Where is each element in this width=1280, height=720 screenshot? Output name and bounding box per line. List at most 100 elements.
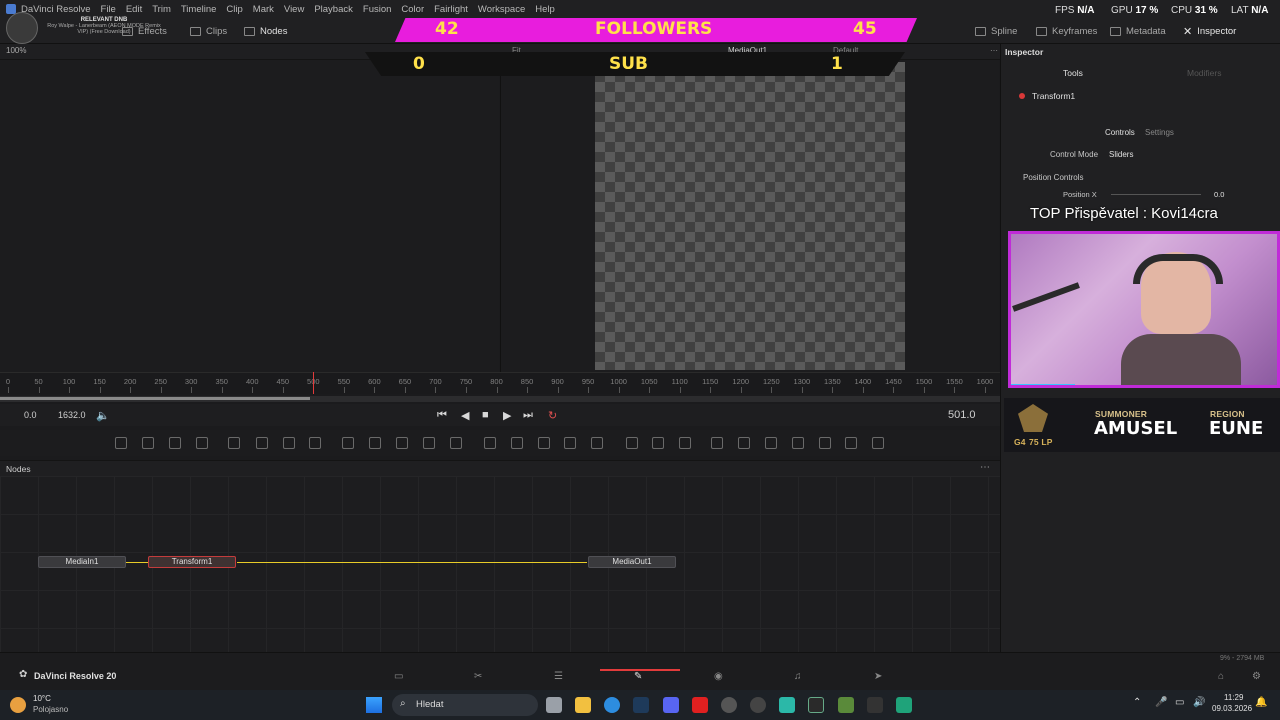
epic-games-icon[interactable] [867, 697, 883, 713]
steam-icon[interactable] [633, 697, 649, 713]
menu-view[interactable]: View [284, 4, 304, 15]
home-icon[interactable]: ⌂ [1218, 671, 1224, 682]
project-settings-icon[interactable]: ⚙ [1252, 671, 1261, 682]
paint-tool-icon[interactable] [196, 437, 208, 449]
loop-icon[interactable]: ↻ [548, 409, 557, 422]
shape3d-icon[interactable] [679, 437, 691, 449]
spline-button[interactable]: Spline [975, 18, 1017, 44]
ellipse-mask-icon[interactable] [511, 437, 523, 449]
camera3d-icon[interactable] [711, 437, 723, 449]
start-menu-icon[interactable] [366, 697, 382, 713]
task-view-icon[interactable] [546, 697, 562, 713]
weather-temp[interactable]: 10°C [33, 694, 51, 703]
tab-modifiers[interactable]: Modifiers [1187, 68, 1221, 78]
clips-button[interactable]: Clips [190, 18, 227, 44]
chatgpt-icon[interactable] [896, 697, 912, 713]
clock-date[interactable]: 09.03.2026 [1212, 704, 1252, 713]
menu-file[interactable]: File [101, 4, 116, 15]
menu-trim[interactable]: Trim [152, 4, 171, 15]
loader-tool-icon[interactable] [396, 437, 408, 449]
current-time[interactable]: 501.0 [948, 409, 976, 421]
3d-text-icon[interactable] [626, 437, 638, 449]
go-to-start-icon[interactable]: ⏮ [437, 409, 447, 422]
page-fusion-icon[interactable]: ✎ [634, 671, 642, 682]
glow-tool-icon[interactable] [283, 437, 295, 449]
riot-client-icon[interactable] [721, 697, 737, 713]
menu-app[interactable]: DaVinci Resolve [21, 4, 91, 15]
rectangle-mask-icon[interactable] [484, 437, 496, 449]
menu-timeline[interactable]: Timeline [181, 4, 217, 15]
stop-icon[interactable]: ■ [482, 409, 489, 421]
menu-edit[interactable]: Edit [126, 4, 142, 15]
notification-icon[interactable]: 🔔 [1255, 697, 1267, 708]
keyframes-button[interactable]: Keyframes [1036, 18, 1097, 44]
game-icon[interactable] [838, 697, 854, 713]
node-mediain[interactable]: MediaIn1 [38, 556, 126, 568]
node-mediaout[interactable]: MediaOut1 [588, 556, 676, 568]
inspector-button[interactable]: ✕ Inspector [1183, 18, 1236, 44]
viewer-menu-icon[interactable]: ⋯ [990, 46, 998, 55]
nodes-button[interactable]: Nodes [244, 18, 287, 44]
menu-fairlight[interactable]: Fairlight [434, 4, 468, 15]
nodes-menu-icon[interactable]: ⋯ [980, 462, 990, 473]
page-edit-icon[interactable]: ☰ [554, 671, 563, 682]
image-tool-icon[interactable] [142, 437, 154, 449]
page-cut-icon[interactable]: ✂ [474, 671, 482, 682]
color-correct-tool-icon[interactable] [309, 437, 321, 449]
play-reverse-icon[interactable]: ◀ [461, 409, 469, 422]
edge-icon[interactable] [604, 697, 620, 713]
page-color-icon[interactable]: ◉ [714, 671, 723, 682]
settings-tool-icon[interactable] [872, 437, 884, 449]
bspline-mask-icon[interactable] [564, 437, 576, 449]
fx-icon[interactable] [819, 437, 831, 449]
merge-tool-icon[interactable] [342, 437, 354, 449]
particle-tool-icon[interactable] [228, 437, 240, 449]
control-mode-select[interactable]: Sliders [1109, 150, 1133, 159]
position-controls-section[interactable]: Position Controls [1023, 173, 1083, 182]
node-transform[interactable]: Transform1 [148, 556, 236, 568]
blur-tool-icon[interactable] [256, 437, 268, 449]
menu-mark[interactable]: Mark [253, 4, 274, 15]
obs-icon[interactable] [750, 697, 766, 713]
time-ruler[interactable]: 0501001502002503003504004505005506006507… [0, 372, 1000, 394]
menu-clip[interactable]: Clip [226, 4, 242, 15]
node-editor[interactable]: MediaIn1 Transform1 MediaOut1 [0, 476, 1000, 652]
weather-icon[interactable] [10, 697, 26, 713]
tray-chevron-icon[interactable]: ⌃ [1133, 697, 1141, 708]
volume-icon[interactable]: 🔊 [1193, 697, 1205, 708]
menu-workspace[interactable]: Workspace [478, 4, 525, 15]
menu-help[interactable]: Help [535, 4, 555, 15]
text3d-icon[interactable] [765, 437, 777, 449]
background-tool-icon[interactable] [115, 437, 127, 449]
start-time[interactable]: 0.0 [24, 410, 37, 420]
chat-app-icon[interactable] [779, 697, 795, 713]
menu-fusion[interactable]: Fusion [363, 4, 392, 15]
play-icon[interactable]: ▶ [503, 409, 511, 422]
zoom-select[interactable]: 100% [6, 46, 26, 55]
channel-tool-icon[interactable] [369, 437, 381, 449]
renderer3d-icon[interactable] [738, 437, 750, 449]
metadata-button[interactable]: Metadata [1110, 18, 1166, 44]
text-tool-icon[interactable] [169, 437, 181, 449]
menu-playback[interactable]: Playback [314, 4, 353, 15]
particles-icon[interactable] [845, 437, 857, 449]
audio-icon[interactable]: 🔈 [96, 409, 110, 422]
taskbar-search[interactable]: ⌕ Hledat [392, 694, 538, 716]
tracker-tool-icon[interactable] [591, 437, 603, 449]
page-deliver-icon[interactable]: ➤ [874, 671, 882, 682]
clock-time[interactable]: 11:29 [1224, 693, 1243, 702]
viewer-canvas[interactable] [595, 62, 905, 370]
tab-settings[interactable]: Settings [1145, 128, 1174, 137]
weather-desc[interactable]: Polojasno [33, 705, 68, 714]
light-icon[interactable] [792, 437, 804, 449]
position-x-value[interactable]: 0.0 [1214, 190, 1224, 199]
merge3d-icon[interactable] [652, 437, 664, 449]
end-time[interactable]: 1632.0 [58, 410, 86, 420]
viewer-left[interactable] [0, 60, 499, 372]
page-fairlight-icon[interactable]: ♫ [794, 671, 802, 682]
davinci-resolve-taskbar-icon[interactable] [808, 697, 824, 713]
file-explorer-icon[interactable] [575, 697, 591, 713]
polygon-mask-icon[interactable] [538, 437, 550, 449]
tab-tools[interactable]: Tools [1063, 68, 1083, 78]
transform-tool-icon[interactable] [450, 437, 462, 449]
